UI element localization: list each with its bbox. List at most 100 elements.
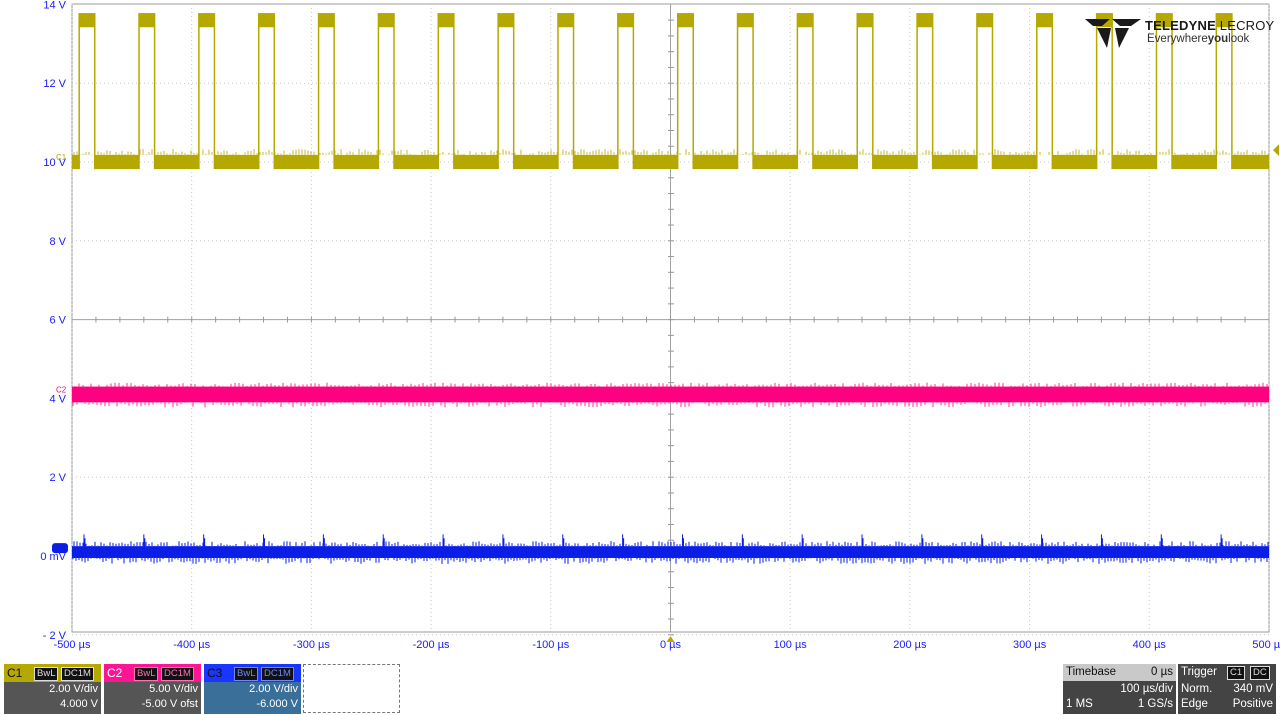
c2-coupling-tag: DC1M [161, 667, 194, 681]
trigger-header: Trigger C1 DC [1178, 664, 1276, 681]
c2-vdiv: 5.00 V/div [149, 683, 198, 695]
c1-level-marker: C1 [56, 153, 67, 162]
c3-trace [72, 546, 1269, 558]
c1-low-band [274, 154, 319, 170]
c1-low-band [932, 154, 977, 170]
trigger-level-marker [1273, 144, 1279, 157]
logo-mark-icon [1085, 19, 1141, 48]
c1-high-band [557, 13, 574, 28]
timebase-per-div: 100 µs/div [1120, 683, 1173, 695]
c1-low-band [573, 154, 618, 170]
c1-low-band [1112, 154, 1157, 170]
c1-offset: 4.000 V [60, 698, 98, 710]
c1-high-band [797, 13, 813, 28]
timebase-panel[interactable]: Timebase 0 µs 100 µs/div 1 MS 1 GS/s [1063, 664, 1176, 714]
c1-low-band [72, 154, 80, 170]
y-tick-label: 12 V [43, 78, 66, 90]
c1-high-band [318, 13, 335, 28]
logo-brand: TELEDYNE LECROY [1145, 18, 1275, 33]
c1-low-band [513, 154, 558, 170]
c2-bw-tag: BwL [134, 667, 159, 681]
c1-high-band [976, 13, 993, 28]
c3-header: C3 BwL DC1M [204, 664, 301, 682]
c1-low-band [633, 154, 678, 170]
x-tick-label: -300 µs [293, 639, 330, 651]
c1-low-band [872, 154, 918, 170]
channel-descriptor-c1[interactable]: C1 BwL DC1M 2.00 V/div 4.000 V [4, 664, 101, 714]
c1-low-band [94, 154, 140, 170]
channel-descriptor-c2[interactable]: C2 BwL DC1M 5.00 V/div -5.00 V ofst [104, 664, 201, 714]
c3-label: C3 [207, 666, 223, 680]
c1-low-band [393, 154, 439, 170]
x-tick-label: -400 µs [173, 639, 210, 651]
trigger-level: 340 mV [1233, 683, 1273, 695]
timebase-memory: 1 MS [1066, 698, 1093, 710]
c1-low-band [812, 154, 858, 170]
trigger-type: Edge [1181, 698, 1208, 710]
c1-vdiv: 2.00 V/div [49, 683, 98, 695]
c3-bw-tag: BwL [234, 667, 259, 681]
c1-low-band [992, 154, 1037, 170]
c1-bw-tag: BwL [34, 667, 59, 681]
c2-label: C2 [107, 666, 123, 680]
c1-low-band [214, 154, 259, 170]
c3-level-marker [52, 543, 68, 554]
c1-low-band [453, 154, 499, 170]
c1-high-band [1036, 13, 1053, 28]
c1-coupling-tag: DC1M [61, 667, 94, 681]
c1-low-band [753, 154, 798, 170]
c1-header: C1 BwL DC1M [4, 664, 101, 682]
c1-high-band [737, 13, 754, 28]
c1-high-band [438, 13, 454, 28]
c1-low-band [154, 154, 199, 170]
y-tick-label: 4 V [49, 393, 66, 405]
waveform-plot[interactable]: 14 V12 V10 V8 V6 V4 V2 V0 mV- 2 V -500 µ… [0, 0, 1280, 660]
c2-trace [72, 386, 1269, 403]
trigger-slope: Positive [1232, 698, 1273, 710]
c1-high-band [139, 13, 155, 28]
c1-low-band [1172, 154, 1217, 170]
trigger-label: Trigger [1181, 666, 1217, 678]
timebase-label: Timebase [1066, 666, 1117, 678]
teledyne-lecroy-logo: TELEDYNE LECROY Everywhereyoulook [1085, 17, 1274, 49]
x-tick-label: -500 µs [54, 639, 91, 651]
channel-descriptor-c3[interactable]: C3 BwL DC1M 2.00 V/div -6.000 V [204, 664, 301, 714]
x-tick-label: -200 µs [413, 639, 450, 651]
y-tick-label: 2 V [49, 472, 66, 484]
x-tick-label: 100 µs [774, 639, 808, 651]
timebase-header: Timebase 0 µs [1063, 664, 1176, 681]
y-tick-label: 8 V [49, 236, 66, 248]
timebase-delay: 0 µs [1151, 666, 1173, 678]
trigger-panel[interactable]: Trigger C1 DC Norm. 340 mV Edge Positive [1178, 664, 1276, 714]
c2-offset: -5.00 V ofst [141, 698, 198, 710]
c1-high-band [498, 13, 514, 28]
x-tick-label: 300 µs [1013, 639, 1047, 651]
x-tick-label: -100 µs [532, 639, 569, 651]
c2-level-marker: C2 [56, 385, 67, 394]
c1-high-band [857, 13, 873, 28]
c1-low-band [334, 154, 379, 170]
c1-high-band [917, 13, 933, 28]
c1-high-band [258, 13, 275, 28]
trigger-mode: Norm. [1181, 683, 1213, 695]
c1-low-band [1052, 154, 1097, 170]
c1-low-band [693, 154, 738, 170]
c3-vdiv: 2.00 V/div [249, 683, 298, 695]
trigger-coupling-tag: DC [1250, 666, 1270, 680]
c1-low-band [1231, 154, 1269, 170]
x-tick-label: 500 µs [1252, 639, 1280, 651]
x-tick-label: 400 µs [1133, 639, 1167, 651]
timebase-sample-rate: 1 GS/s [1137, 698, 1173, 710]
y-tick-label: 6 V [49, 315, 66, 327]
logo-tagline: Everywhereyoulook [1147, 33, 1250, 45]
trigger-channel-tag: C1 [1227, 666, 1246, 680]
c1-label: C1 [7, 666, 23, 680]
x-tick-label: 200 µs [893, 639, 927, 651]
c1-high-band [198, 13, 215, 28]
c3-offset: -6.000 V [256, 698, 298, 710]
empty-descriptor-slot[interactable] [303, 664, 400, 713]
c3-coupling-tag: DC1M [261, 667, 294, 681]
x-axis-labels: -500 µs -400 µs -300 µs -200 µs -100 µs 0 µs 1… [54, 639, 1280, 651]
c2-header: C2 BwL DC1M [104, 664, 201, 682]
c1-high-band [677, 13, 694, 28]
